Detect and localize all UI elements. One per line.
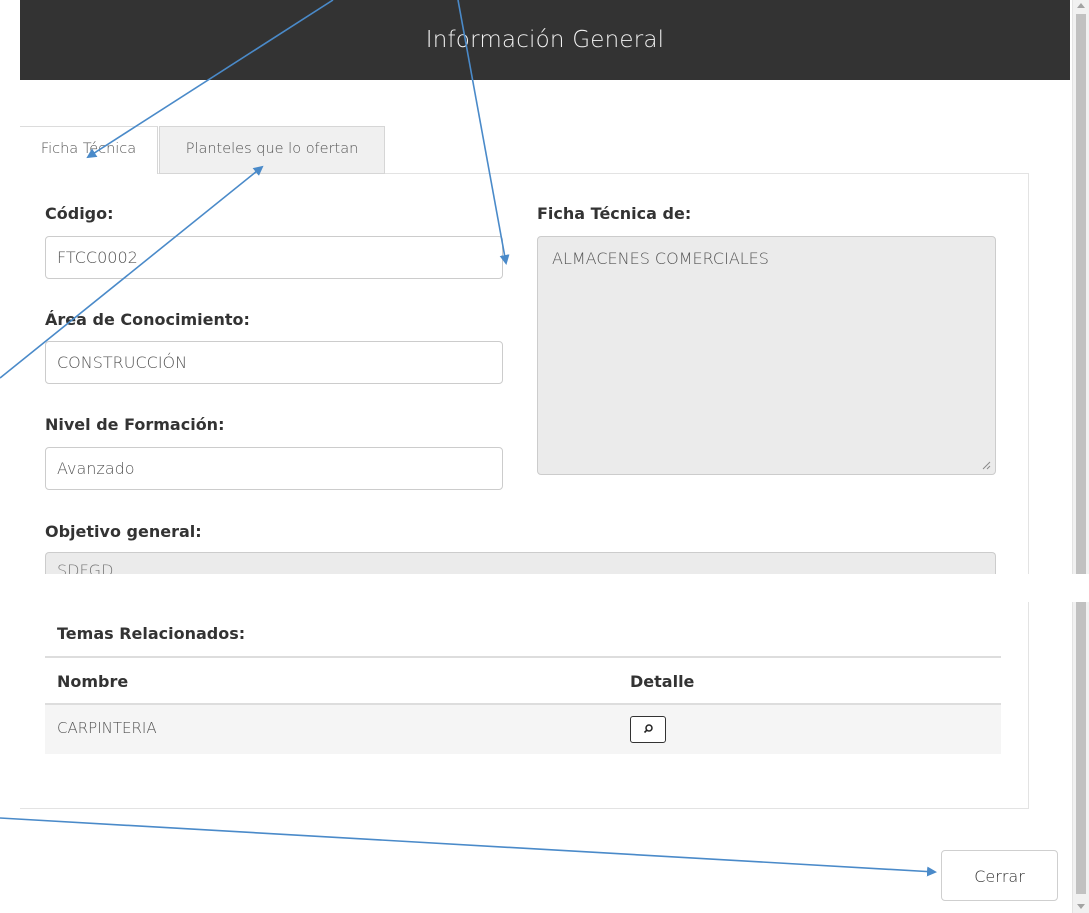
ficha-de-value: ALMACENES COMERCIALES — [552, 249, 769, 268]
nivel-label: Nivel de Formación: — [45, 415, 225, 434]
codigo-field[interactable]: FTCC0002 — [45, 236, 503, 279]
screenshot-cut — [20, 574, 1089, 602]
search-icon — [643, 724, 653, 734]
ficha-de-textarea[interactable]: ALMACENES COMERCIALES — [537, 236, 996, 475]
tab-planteles[interactable]: Planteles que lo ofertan — [159, 126, 385, 174]
area-field[interactable]: CONSTRUCCIÓN — [45, 341, 503, 384]
resize-grip-icon[interactable] — [981, 460, 991, 470]
scroll-down-icon[interactable] — [1077, 904, 1085, 909]
scroll-up-icon[interactable] — [1077, 3, 1085, 8]
tab-ficha-tecnica[interactable]: Ficha Técnica — [20, 126, 158, 174]
area-label: Área de Conocimiento: — [45, 310, 250, 329]
table-row — [45, 705, 1001, 754]
annotation-arrow — [0, 817, 937, 877]
column-header-nombre: Nombre — [57, 672, 129, 691]
modal-header: Información General — [20, 0, 1070, 80]
nivel-field[interactable]: Avanzado — [45, 447, 503, 490]
temas-title: Temas Relacionados: — [57, 624, 246, 643]
ficha-de-label: Ficha Técnica de: — [537, 204, 692, 223]
objetivo-value: SDFGD — [57, 561, 114, 574]
close-button[interactable]: Cerrar — [941, 850, 1058, 901]
column-header-detalle: Detalle — [630, 672, 695, 691]
table-divider — [45, 656, 1001, 658]
cell-nombre: CARPINTERIA — [57, 719, 157, 737]
objetivo-label: Objetivo general: — [45, 522, 202, 541]
modal-title: Información General — [425, 27, 665, 53]
objetivo-textarea[interactable]: SDFGD — [45, 552, 996, 574]
codigo-label: Código: — [45, 204, 114, 223]
scrollbar-thumb[interactable] — [1076, 14, 1086, 894]
vertical-scrollbar[interactable] — [1072, 0, 1089, 913]
detail-button[interactable] — [630, 716, 666, 743]
